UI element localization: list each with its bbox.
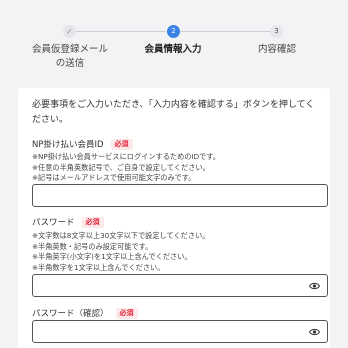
- form-intro-text: 必要事項をご入力いただき、「入力内容を確認する」ボタンを押してください。: [32, 100, 315, 125]
- required-badge: 必須: [110, 138, 133, 150]
- password-note: ※半角英字(小文字)を1文字以上含んでください。: [32, 252, 192, 261]
- eye-icon[interactable]: [309, 327, 320, 337]
- stepper-line-2: [180, 31, 270, 32]
- step-2-label: 会員情報入力: [144, 44, 202, 55]
- password-note: ※文字数は8文字以上30文字以下で設定してください。: [32, 231, 210, 240]
- password-confirm-label: パスワード（確認）: [32, 309, 109, 319]
- step-1-label: 会員仮登録メール の送信: [31, 44, 108, 69]
- member-info-form: 必要事項をご入力いただき、「入力内容を確認する」ボタンを押してください。 NP掛…: [18, 88, 330, 348]
- step-3-label: 内容確認: [257, 44, 296, 55]
- password-confirm-label-row: パスワード（確認） 必須: [32, 307, 138, 319]
- step-3-circle: 3: [270, 25, 283, 38]
- password-note: ※半角英数・記号のみ設定可能です。: [32, 241, 153, 251]
- required-badge: 必須: [115, 307, 138, 319]
- np-id-note: ※任意の半角英数記号で、ご自身で設定してください。: [32, 162, 210, 172]
- np-id-label: NP掛け払い会員ID: [32, 140, 104, 150]
- step-2-circle: 2: [167, 25, 180, 38]
- password-input[interactable]: [32, 274, 328, 297]
- progress-stepper: ✓ 2 3 会員仮登録メール の送信 会員情報入力 内容確認: [0, 0, 348, 80]
- password-notes: ※文字数は8文字以上30文字以下で設定してください。 ※半角英数・記号のみ設定可…: [32, 231, 328, 273]
- np-id-note: ※記号はメールアドレスで使用可能文字のみです。: [32, 173, 196, 182]
- password-label: パスワード: [32, 218, 75, 228]
- np-id-notes: ※NP掛け払い会員サービスにログインするためのIDです。 ※任意の半角英数記号で…: [32, 152, 328, 184]
- required-badge: 必須: [81, 216, 104, 228]
- np-id-note: ※NP掛け払い会員サービスにログインするためのIDです。: [32, 152, 220, 161]
- eye-icon[interactable]: [309, 281, 320, 291]
- password-label-row: パスワード 必須: [32, 216, 104, 228]
- np-id-label-row: NP掛け払い会員ID 必須: [32, 138, 133, 150]
- np-id-input[interactable]: [32, 184, 328, 207]
- stepper-line-1: [76, 31, 166, 32]
- step-1-check-icon: ✓: [63, 25, 76, 38]
- password-note: ※半角数字を1文字以上含んでください。: [32, 262, 165, 272]
- password-confirm-input[interactable]: [32, 320, 328, 343]
